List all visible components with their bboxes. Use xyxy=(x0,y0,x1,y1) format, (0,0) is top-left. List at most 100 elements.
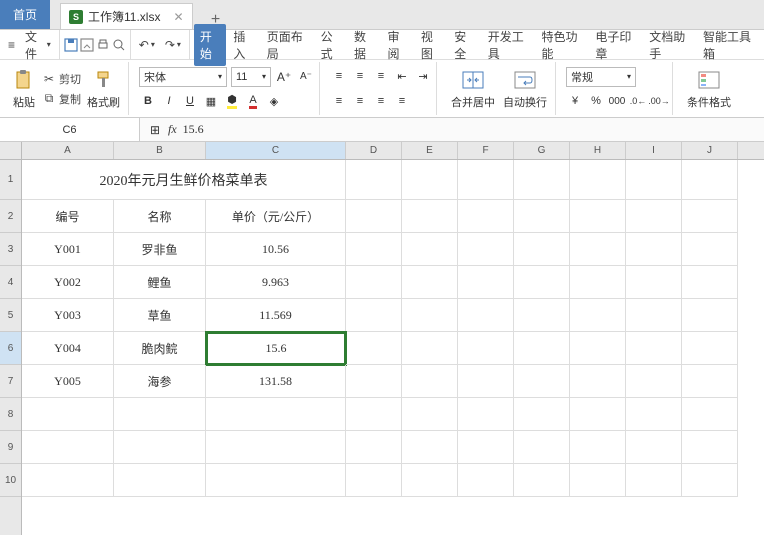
fx-icon[interactable]: fx xyxy=(168,122,177,137)
cell-A9[interactable] xyxy=(22,431,114,464)
cell-C4[interactable]: 9.963 xyxy=(206,266,346,299)
cell-A3[interactable]: Y001 xyxy=(22,233,114,266)
row-header-4[interactable]: 4 xyxy=(0,266,21,299)
cell-J10[interactable] xyxy=(682,464,738,497)
cell-I8[interactable] xyxy=(626,398,682,431)
cell-B4[interactable]: 鲤鱼 xyxy=(114,266,206,299)
cell-B10[interactable] xyxy=(114,464,206,497)
cell-C9[interactable] xyxy=(206,431,346,464)
cell-I9[interactable] xyxy=(626,431,682,464)
cell-G4[interactable] xyxy=(514,266,570,299)
cell-H2[interactable] xyxy=(570,200,626,233)
cell-H4[interactable] xyxy=(570,266,626,299)
row-header-7[interactable]: 7 xyxy=(0,365,21,398)
cell-E6[interactable] xyxy=(402,332,458,365)
percent-icon[interactable]: % xyxy=(587,92,605,110)
cell-D7[interactable] xyxy=(346,365,402,398)
cell-F3[interactable] xyxy=(458,233,514,266)
cell-D3[interactable] xyxy=(346,233,402,266)
number-format-select[interactable]: 常规▾ xyxy=(566,67,636,87)
cell-C5[interactable]: 11.569 xyxy=(206,299,346,332)
cell-E10[interactable] xyxy=(402,464,458,497)
print-preview-icon[interactable] xyxy=(112,38,126,52)
col-header-D[interactable]: D xyxy=(346,142,402,159)
decrease-font-icon[interactable]: A⁻ xyxy=(297,68,315,86)
cell-H10[interactable] xyxy=(570,464,626,497)
cell-F9[interactable] xyxy=(458,431,514,464)
cell-E8[interactable] xyxy=(402,398,458,431)
cell-E1[interactable] xyxy=(402,160,458,200)
copy-button[interactable]: ⧉复制 xyxy=(40,90,83,108)
row-header-9[interactable]: 9 xyxy=(0,431,21,464)
row-header-10[interactable]: 10 xyxy=(0,464,21,497)
cell-H6[interactable] xyxy=(570,332,626,365)
ribbon-tab-data[interactable]: 数据 xyxy=(348,24,380,66)
col-header-J[interactable]: J xyxy=(682,142,738,159)
close-tab-icon[interactable]: ✕ xyxy=(173,10,183,24)
cell-C2[interactable]: 单价（元/公斤） xyxy=(206,200,346,233)
indent-dec-icon[interactable]: ⇤ xyxy=(393,67,411,85)
cell-D5[interactable] xyxy=(346,299,402,332)
cell-C10[interactable] xyxy=(206,464,346,497)
formula-input[interactable]: 15.6 xyxy=(183,122,204,137)
cell-G6[interactable] xyxy=(514,332,570,365)
cell-E4[interactable] xyxy=(402,266,458,299)
cell-B9[interactable] xyxy=(114,431,206,464)
cell-H5[interactable] xyxy=(570,299,626,332)
align-bot-icon[interactable]: ≡ xyxy=(372,67,390,85)
increase-font-icon[interactable]: A⁺ xyxy=(275,68,293,86)
cell-H3[interactable] xyxy=(570,233,626,266)
menu-dropdown-icon[interactable]: ≡ xyxy=(4,36,19,54)
cell-I10[interactable] xyxy=(626,464,682,497)
cut-button[interactable]: ✂剪切 xyxy=(40,70,83,88)
cell-B8[interactable] xyxy=(114,398,206,431)
dec-decimal-icon[interactable]: .00→ xyxy=(650,92,668,110)
cell-G3[interactable] xyxy=(514,233,570,266)
cell-H1[interactable] xyxy=(570,160,626,200)
cell-J7[interactable] xyxy=(682,365,738,398)
save-as-icon[interactable] xyxy=(80,38,94,52)
cell-I7[interactable] xyxy=(626,365,682,398)
row-header-5[interactable]: 5 xyxy=(0,299,21,332)
wrap-button[interactable]: 自动换行 xyxy=(499,64,551,113)
ribbon-tab-dochelper[interactable]: 文档助手 xyxy=(643,24,696,66)
cell-G7[interactable] xyxy=(514,365,570,398)
cell-D9[interactable] xyxy=(346,431,402,464)
row-header-1[interactable]: 1 xyxy=(0,160,21,200)
cell-F2[interactable] xyxy=(458,200,514,233)
row-header-8[interactable]: 8 xyxy=(0,398,21,431)
cell-I5[interactable] xyxy=(626,299,682,332)
cell-A8[interactable] xyxy=(22,398,114,431)
cell-grid[interactable]: 2020年元月生鲜价格菜单表 编号 名称 单价（元/公斤） Y001 罗非鱼 1… xyxy=(22,160,764,535)
bold-button[interactable]: B xyxy=(139,92,157,110)
cell-D6[interactable] xyxy=(346,332,402,365)
save-icon[interactable] xyxy=(64,38,78,52)
styles-button[interactable]: ◈ xyxy=(265,92,283,110)
cell-J5[interactable] xyxy=(682,299,738,332)
cell-A5[interactable]: Y003 xyxy=(22,299,114,332)
cell-A6[interactable]: Y004 xyxy=(22,332,114,365)
col-header-H[interactable]: H xyxy=(570,142,626,159)
justify-icon[interactable]: ≡ xyxy=(393,92,411,110)
print-icon[interactable] xyxy=(96,38,110,52)
formatpainter-button[interactable]: 格式刷 xyxy=(83,64,124,113)
ribbon-tab-view[interactable]: 视图 xyxy=(415,24,447,66)
cell-C3[interactable]: 10.56 xyxy=(206,233,346,266)
col-header-I[interactable]: I xyxy=(626,142,682,159)
fontcolor-button[interactable]: A xyxy=(244,92,262,110)
cell-D10[interactable] xyxy=(346,464,402,497)
comma-icon[interactable]: 000 xyxy=(608,92,626,110)
ribbon-tab-dev[interactable]: 开发工具 xyxy=(482,24,535,66)
cell-E2[interactable] xyxy=(402,200,458,233)
cell-B5[interactable]: 草鱼 xyxy=(114,299,206,332)
cell-G1[interactable] xyxy=(514,160,570,200)
cell-F1[interactable] xyxy=(458,160,514,200)
cell-J3[interactable] xyxy=(682,233,738,266)
redo-button[interactable]: ↷▾ xyxy=(161,36,185,54)
cell-H7[interactable] xyxy=(570,365,626,398)
cell-B3[interactable]: 罗非鱼 xyxy=(114,233,206,266)
cell-F6[interactable] xyxy=(458,332,514,365)
cell-C8[interactable] xyxy=(206,398,346,431)
fillcolor-button[interactable]: ⬢ xyxy=(223,92,241,110)
cell-A1-merged[interactable]: 2020年元月生鲜价格菜单表 xyxy=(22,160,346,200)
